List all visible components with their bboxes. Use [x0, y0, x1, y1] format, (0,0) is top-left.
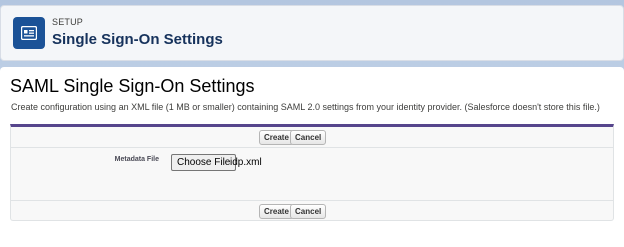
create-button-top[interactable]: Create — [259, 130, 294, 145]
cancel-button-top[interactable]: Cancel — [290, 130, 327, 145]
setup-header: SETUP Single Sign-On Settings — [0, 5, 624, 61]
metadata-file-label: Metadata File — [114, 156, 159, 163]
page-header-title: Single Sign-On Settings — [52, 31, 223, 48]
setup-eyebrow: SETUP — [52, 17, 84, 27]
selected-file-name: idp.xml — [230, 157, 262, 168]
setup-card-icon — [13, 17, 45, 49]
choose-file-button[interactable]: Choose File — [171, 154, 237, 171]
top-button-bar: Create Cancel — [11, 127, 613, 148]
page-title: SAML Single Sign-On Settings — [10, 76, 255, 96]
page-description: Create configuration using an XML file (… — [11, 102, 600, 112]
create-button-bottom[interactable]: Create — [259, 204, 294, 219]
page-block: Create Cancel Metadata File Choose File … — [10, 124, 614, 221]
cancel-button-bottom[interactable]: Cancel — [290, 204, 327, 219]
bottom-button-bar: Create Cancel — [11, 200, 613, 221]
main-content: SAML Single Sign-On Settings Create conf… — [0, 67, 624, 247]
